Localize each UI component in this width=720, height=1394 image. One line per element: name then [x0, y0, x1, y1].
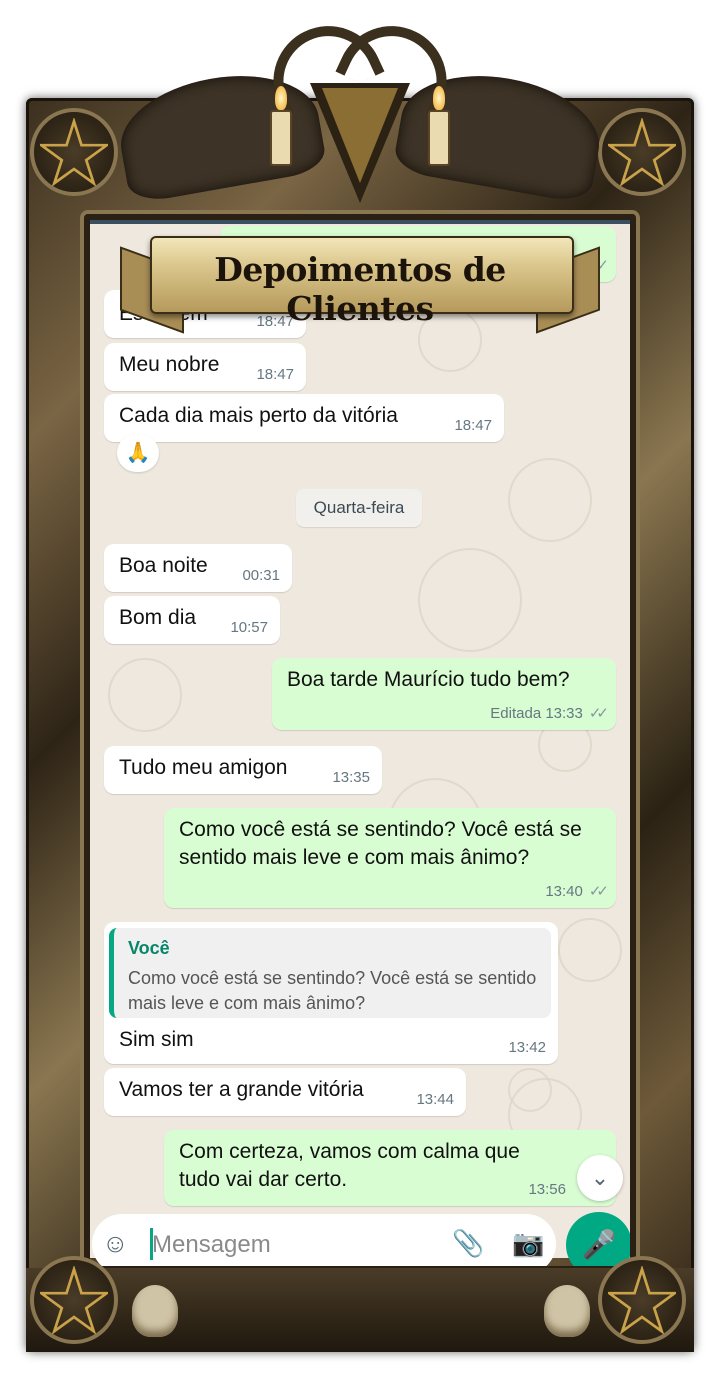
skull-ornament	[544, 1285, 590, 1337]
pentagram-ornament	[598, 108, 686, 196]
page-title: Depoimentos de Clientes	[214, 250, 506, 328]
pentagram-ornament	[30, 108, 118, 196]
candle-icon	[428, 110, 450, 166]
frame-bottom-ornament	[26, 1268, 694, 1352]
winged-crest-ornament	[111, 8, 609, 228]
title-banner: Depoimentos de Clientes	[120, 228, 600, 334]
skull-ornament	[132, 1285, 178, 1337]
candle-icon	[270, 110, 292, 166]
frame-inner-border	[84, 214, 636, 1272]
candle-flame-icon	[275, 86, 287, 110]
pentagram-ornament	[598, 1256, 686, 1344]
pentagram-ornament	[30, 1256, 118, 1344]
candle-flame-icon	[433, 86, 445, 110]
